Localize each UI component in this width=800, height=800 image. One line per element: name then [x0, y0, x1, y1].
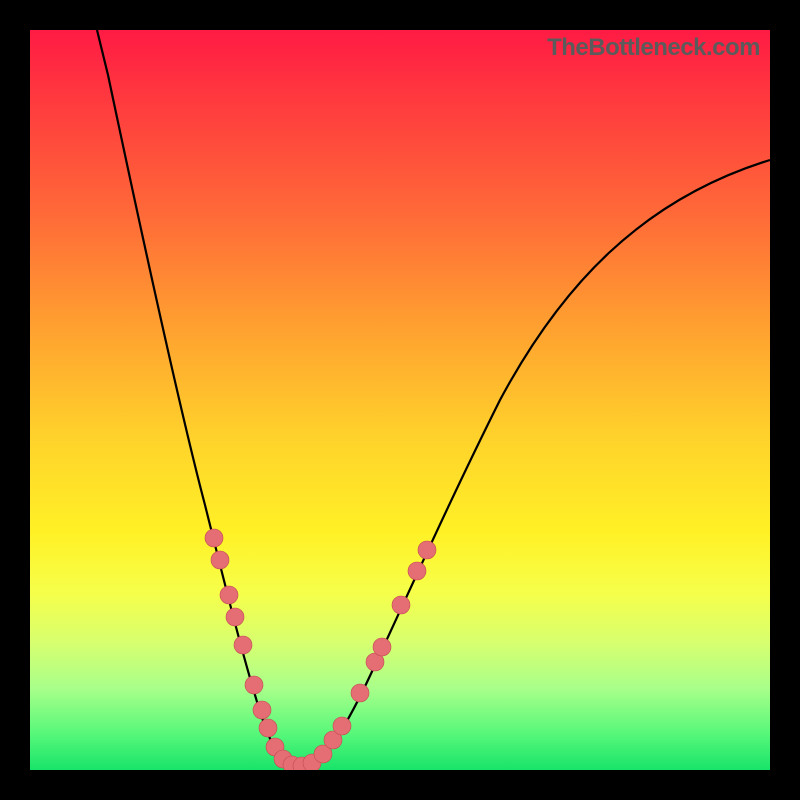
data-marker: [220, 586, 238, 604]
v-curve-path: [97, 30, 770, 767]
data-marker: [418, 541, 436, 559]
outer-black-frame: TheBottleneck.com: [0, 0, 800, 800]
data-marker: [211, 551, 229, 569]
chart-overlay: [30, 30, 770, 770]
data-marker: [333, 717, 351, 735]
data-marker: [259, 719, 277, 737]
data-marker: [234, 636, 252, 654]
data-marker: [392, 596, 410, 614]
plot-area: TheBottleneck.com: [30, 30, 770, 770]
data-marker: [253, 701, 271, 719]
data-marker: [351, 684, 369, 702]
data-marker: [373, 638, 391, 656]
data-marker: [408, 562, 426, 580]
data-marker: [245, 676, 263, 694]
marker-group: [205, 529, 436, 770]
data-marker: [226, 608, 244, 626]
data-marker: [205, 529, 223, 547]
